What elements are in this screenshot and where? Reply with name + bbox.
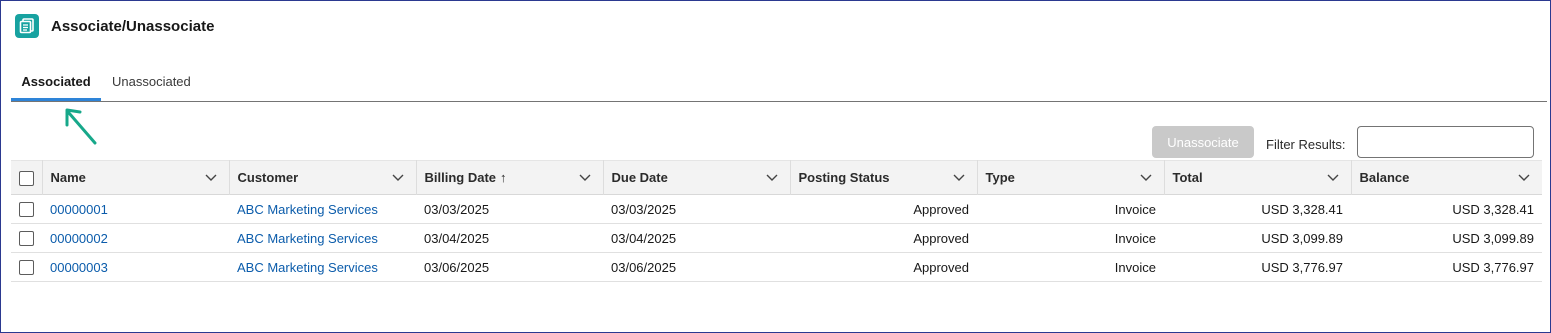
select-all-cell	[11, 160, 43, 195]
cell-type: Invoice	[1114, 201, 1156, 217]
cell-billing-date: 03/04/2025	[424, 230, 490, 246]
cell-balance: USD 3,328.41	[1452, 201, 1534, 217]
cell-total: USD 3,099.89	[1261, 230, 1343, 246]
table-row: 00000001 ABC Marketing Services 03/03/20…	[11, 195, 1542, 224]
table-header-row: Name Customer Billing Date ↑ Due Date Pos…	[11, 160, 1542, 195]
cell-due-date: 03/04/2025	[611, 230, 677, 246]
page-header: Associate/Unassociate	[15, 14, 214, 38]
chevron-down-icon[interactable]	[205, 171, 217, 183]
chevron-down-icon[interactable]	[1140, 171, 1152, 183]
customer-link[interactable]: ABC Marketing Services	[237, 202, 378, 217]
chevron-down-icon[interactable]	[1327, 171, 1339, 183]
table-row: 00000003 ABC Marketing Services 03/06/20…	[11, 253, 1542, 282]
sort-ascending-icon: ↑	[500, 170, 507, 185]
cell-posting-status: Approved	[913, 230, 969, 246]
cell-due-date: 03/06/2025	[611, 259, 677, 275]
cell-name: 00000003	[42, 253, 229, 282]
record-name-link[interactable]: 00000002	[50, 231, 108, 246]
row-select-cell	[11, 224, 42, 253]
column-header-type[interactable]: Type	[977, 160, 1165, 195]
chevron-down-icon[interactable]	[1518, 171, 1530, 183]
cell-total: USD 3,328.41	[1261, 201, 1343, 217]
chevron-down-icon[interactable]	[953, 171, 965, 183]
column-header-posting-status[interactable]: Posting Status	[790, 160, 978, 195]
cell-total: USD 3,776.97	[1261, 259, 1343, 275]
customer-link[interactable]: ABC Marketing Services	[237, 260, 378, 275]
row-select-cell	[11, 195, 42, 224]
record-name-link[interactable]: 00000001	[50, 202, 108, 217]
row-checkbox[interactable]	[19, 260, 34, 276]
tab-associated[interactable]: Associated	[11, 65, 101, 101]
cell-due-date: 03/03/2025	[611, 201, 677, 217]
filter-results-label: Filter Results:	[1266, 137, 1346, 152]
cell-type: Invoice	[1114, 259, 1156, 275]
cell-name: 00000001	[42, 195, 229, 224]
cell-billing-date: 03/03/2025	[424, 201, 490, 217]
filter-results-input[interactable]	[1357, 126, 1534, 158]
column-header-customer[interactable]: Customer	[229, 160, 417, 195]
cell-billing-date: 03/06/2025	[424, 259, 490, 275]
row-checkbox[interactable]	[19, 202, 34, 218]
cell-customer: ABC Marketing Services	[229, 195, 416, 224]
page-title: Associate/Unassociate	[51, 17, 215, 35]
table-row: 00000002 ABC Marketing Services 03/04/20…	[11, 224, 1542, 253]
chevron-down-icon[interactable]	[766, 171, 778, 183]
column-header-billing-date[interactable]: Billing Date ↑	[416, 160, 604, 195]
unassociate-button[interactable]: Unassociate	[1152, 126, 1254, 158]
cell-posting-status: Approved	[913, 259, 969, 275]
cell-customer: ABC Marketing Services	[229, 224, 416, 253]
customer-link[interactable]: ABC Marketing Services	[237, 231, 378, 246]
annotation-arrow-icon	[65, 108, 97, 145]
row-checkbox[interactable]	[19, 231, 34, 247]
select-all-checkbox[interactable]	[19, 170, 34, 186]
row-select-cell	[11, 253, 42, 282]
tab-bar: Associated Unassociated	[11, 65, 1547, 102]
copy-document-icon	[15, 14, 39, 38]
app-frame: Associate/Unassociate Associated Unassoc…	[0, 0, 1551, 333]
column-header-due-date[interactable]: Due Date	[603, 160, 791, 195]
cell-balance: USD 3,099.89	[1452, 230, 1534, 246]
column-header-name[interactable]: Name	[42, 160, 230, 195]
cell-customer: ABC Marketing Services	[229, 253, 416, 282]
tab-unassociated[interactable]: Unassociated	[112, 65, 192, 101]
records-table: Name Customer Billing Date ↑ Due Date Pos…	[11, 160, 1542, 282]
cell-type: Invoice	[1114, 230, 1156, 246]
record-name-link[interactable]: 00000003	[50, 260, 108, 275]
chevron-down-icon[interactable]	[579, 171, 591, 183]
cell-balance: USD 3,776.97	[1452, 259, 1534, 275]
column-header-balance[interactable]: Balance	[1351, 161, 1542, 195]
cell-name: 00000002	[42, 224, 229, 253]
cell-posting-status: Approved	[913, 201, 969, 217]
column-header-total[interactable]: Total	[1164, 160, 1352, 195]
chevron-down-icon[interactable]	[392, 171, 404, 183]
